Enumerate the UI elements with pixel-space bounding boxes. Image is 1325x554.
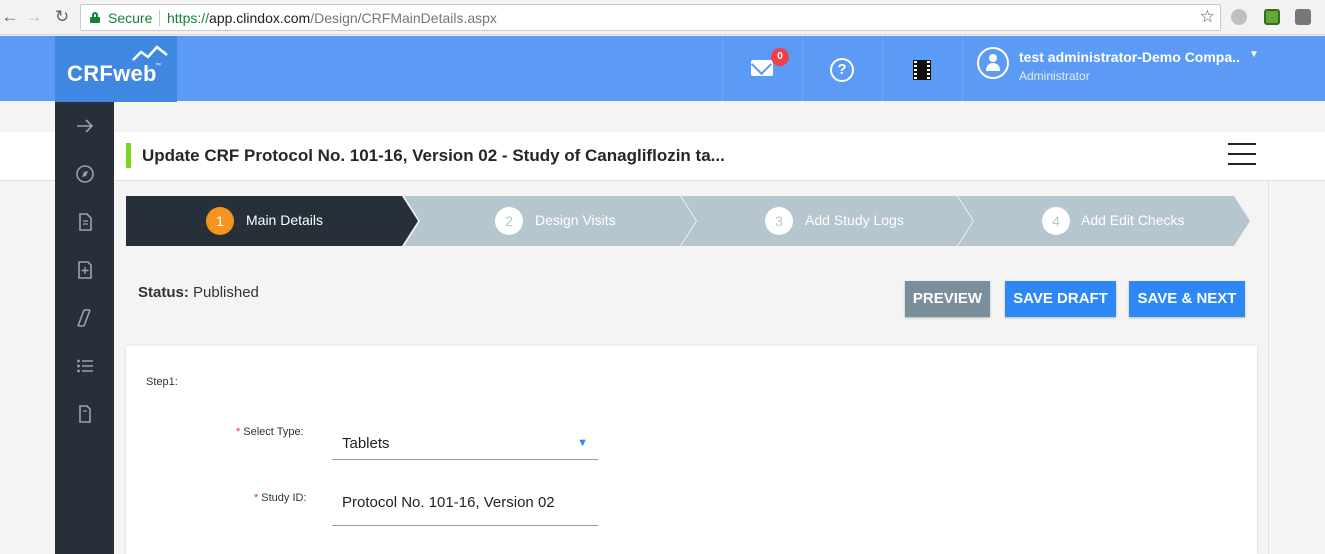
status-label: Status:	[138, 284, 189, 301]
status-line: Status: Published	[138, 284, 259, 301]
extension-drive-icon[interactable]	[1231, 9, 1247, 25]
browser-toolbar: ← → ↻ Secure https://app.clindox.com/Des…	[0, 0, 1325, 35]
page-title: Update CRF Protocol No. 101-16, Version …	[142, 146, 725, 165]
user-name: test administrator-Demo Compa..	[1019, 49, 1240, 65]
step-heading: Step1:	[146, 376, 178, 388]
required-marker: *	[254, 492, 259, 504]
url-scheme: https://	[167, 10, 210, 26]
logo-text: CRFweb	[67, 61, 157, 86]
step-3-number: 3	[765, 207, 793, 235]
messages-button[interactable]: 0	[722, 36, 802, 101]
wizard-stepper: 1 Main Details 2 Design Visits 3 Add Stu…	[126, 196, 1250, 246]
select-type-dropdown[interactable]: Tablets ▼	[332, 430, 598, 460]
extension-green-icon[interactable]	[1264, 9, 1280, 25]
study-id-input[interactable]: Protocol No. 101-16, Version 02	[332, 490, 598, 526]
reload-icon[interactable]: ↻	[52, 7, 72, 27]
status-value: Published	[193, 284, 259, 301]
lock-icon	[90, 12, 100, 23]
chevron-down-icon: ▼	[577, 437, 588, 449]
logo-trademark: ™	[155, 63, 161, 69]
url-path: /Design/CRFMainDetails.aspx	[310, 10, 497, 26]
title-accent-bar	[126, 143, 131, 168]
sidebar-item-new-crf[interactable]	[55, 246, 114, 294]
select-type-label-text: Select Type:	[243, 426, 304, 438]
address-bar[interactable]: Secure https://app.clindox.com/Design/CR…	[80, 4, 1221, 31]
step-4-label: Add Edit Checks	[1081, 212, 1185, 228]
url-text[interactable]: https://app.clindox.com/Design/CRFMainDe…	[167, 10, 497, 26]
page-title-bar: Update CRF Protocol No. 101-16, Version …	[0, 132, 1325, 181]
crfweb-logo[interactable]: CRFweb ™	[55, 36, 177, 102]
help-icon: ?	[830, 58, 854, 82]
arrow-right-icon	[77, 119, 94, 133]
sidebar-item-reports[interactable]	[55, 390, 114, 438]
save-draft-button[interactable]: SAVE DRAFT	[1005, 281, 1116, 317]
main-details-form: Step1: * Select Type: Tablets ▼ * Study ID…	[126, 346, 1257, 554]
user-menu[interactable]: test administrator-Demo Compa.. ▼ Admini…	[962, 36, 1325, 101]
film-icon	[913, 60, 931, 80]
step-4-number: 4	[1042, 207, 1070, 235]
study-id-value: Protocol No. 101-16, Version 02	[342, 494, 555, 511]
select-type-label: * Select Type:	[236, 426, 304, 438]
save-next-button[interactable]: SAVE & NEXT	[1129, 281, 1245, 317]
compass-icon	[76, 165, 94, 183]
step-3-label: Add Study Logs	[805, 212, 904, 228]
step-1-number: 1	[206, 207, 234, 235]
sidebar-item-list[interactable]	[55, 342, 114, 390]
required-marker: *	[236, 426, 241, 438]
help-button[interactable]: ?	[802, 36, 882, 101]
left-sidebar	[55, 102, 114, 554]
document-icon	[79, 213, 92, 231]
bookmark-star-icon[interactable]: ☆	[1200, 7, 1215, 27]
user-avatar-icon	[977, 47, 1009, 79]
study-id-label: * Study ID:	[254, 492, 307, 504]
video-tutorial-button[interactable]	[882, 36, 962, 101]
step-2-number: 2	[495, 207, 523, 235]
forward-arrow-icon[interactable]: →	[24, 7, 44, 27]
sidebar-item-expand[interactable]	[55, 102, 114, 150]
step-1-label: Main Details	[246, 212, 324, 228]
chevron-down-icon[interactable]: ▼	[1249, 49, 1259, 60]
select-type-value: Tablets	[342, 435, 390, 452]
sidebar-item-documents[interactable]	[55, 198, 114, 246]
back-arrow-icon[interactable]: ←	[0, 7, 20, 27]
step-2-label: Design Visits	[535, 212, 616, 228]
page-icon	[79, 405, 91, 423]
ruler-icon	[77, 309, 91, 327]
study-id-label-text: Study ID:	[261, 492, 307, 504]
secure-label: Secure	[108, 10, 153, 26]
step-add-study-logs[interactable]: 3 Add Study Logs	[681, 196, 973, 246]
step-design-visits[interactable]: 2 Design Visits	[404, 196, 696, 246]
mail-icon	[751, 60, 773, 76]
address-divider	[159, 10, 160, 26]
step-main-details[interactable]: 1 Main Details	[126, 196, 418, 246]
preview-button[interactable]: PREVIEW	[905, 281, 990, 317]
extension-shield-icon[interactable]	[1295, 9, 1311, 25]
add-document-icon	[78, 261, 92, 279]
sidebar-item-design[interactable]	[55, 294, 114, 342]
sidebar-item-dashboard[interactable]	[55, 150, 114, 198]
hamburger-menu-icon[interactable]	[1228, 143, 1256, 165]
user-role: Administrator	[1019, 69, 1090, 83]
mail-count-badge: 0	[771, 48, 789, 66]
list-icon	[77, 359, 93, 373]
url-host: app.clindox.com	[209, 10, 311, 26]
step-add-edit-checks[interactable]: 4 Add Edit Checks	[958, 196, 1250, 246]
